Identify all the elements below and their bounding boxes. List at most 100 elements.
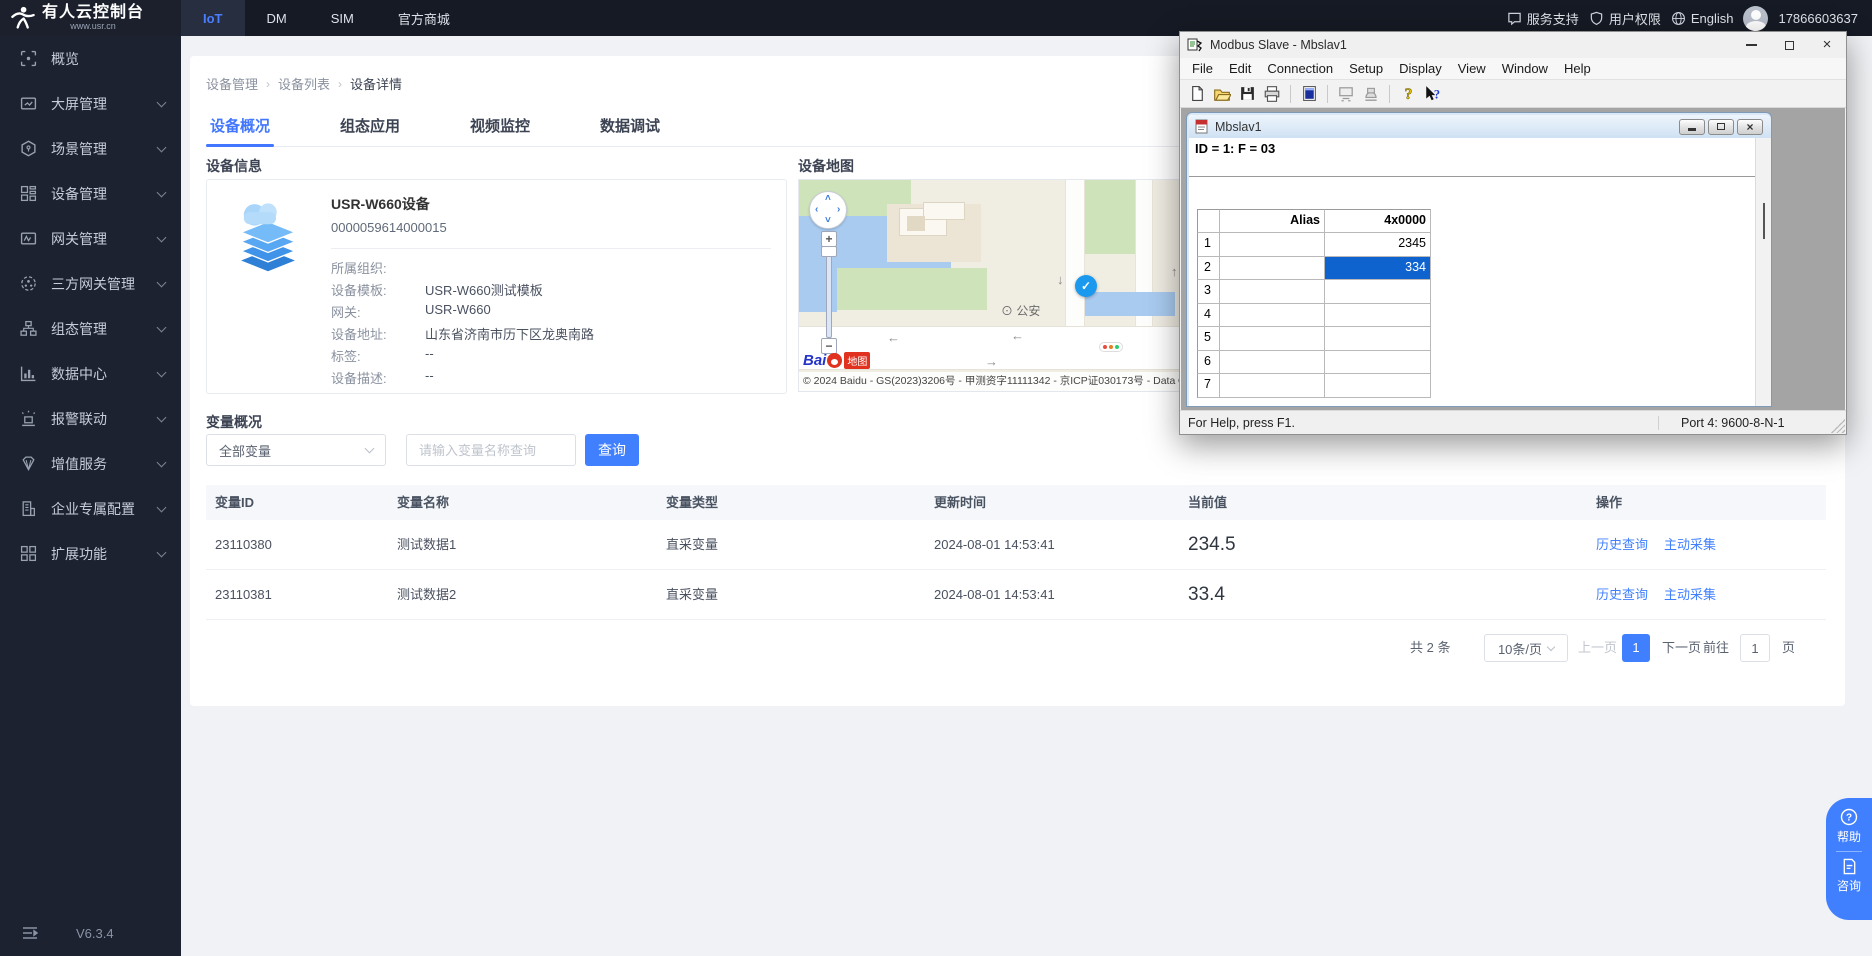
close-button[interactable]: ×	[1808, 32, 1846, 58]
page-size-select[interactable]: 10条/页	[1484, 634, 1568, 662]
variable-search-input[interactable]	[406, 434, 576, 466]
tab-configuration-app[interactable]: 组态应用	[336, 115, 404, 146]
mbslav-document-window[interactable]: Mbslav1 × ID = 1: F = 03 Alias 4x0000 12…	[1186, 112, 1772, 407]
value-cell[interactable]	[1325, 304, 1431, 328]
help-icon[interactable]: ?	[1397, 83, 1419, 105]
menu-file[interactable]: File	[1184, 61, 1221, 76]
sidebar-item-overview[interactable]: 概览	[0, 36, 181, 81]
new-file-icon[interactable]	[1186, 83, 1208, 105]
query-button[interactable]: 查询	[585, 434, 639, 466]
vertical-scrollbar[interactable]	[1755, 138, 1771, 406]
map-zoom-in-button[interactable]: +	[821, 231, 837, 247]
alias-cell[interactable]	[1220, 327, 1325, 351]
nav-tab-iot[interactable]: IoT	[181, 0, 245, 36]
grid-row[interactable]: 6	[1197, 351, 1431, 375]
display-setup-icon[interactable]	[1298, 83, 1320, 105]
sidebar-item-alarm[interactable]: 报警联动	[0, 396, 181, 441]
sidebar-item-datacenter[interactable]: 数据中心	[0, 351, 181, 396]
menu-setup[interactable]: Setup	[1341, 61, 1391, 76]
menu-display[interactable]: Display	[1391, 61, 1450, 76]
history-query-link[interactable]: 历史查询	[1596, 520, 1648, 570]
grid-row[interactable]: 2334	[1197, 257, 1431, 281]
nav-tab-sim[interactable]: SIM	[309, 0, 376, 36]
tab-video-monitor[interactable]: 视频监控	[466, 115, 534, 146]
alias-cell[interactable]	[1220, 233, 1325, 257]
menu-view[interactable]: View	[1450, 61, 1494, 76]
save-icon[interactable]	[1236, 83, 1258, 105]
scrollbar-thumb[interactable]	[1763, 203, 1765, 239]
minimize-button[interactable]	[1732, 32, 1770, 58]
maximize-button[interactable]	[1770, 32, 1808, 58]
grid-row[interactable]: 5	[1197, 327, 1431, 351]
active-collect-link[interactable]: 主动采集	[1664, 520, 1716, 570]
help-button[interactable]: 帮助	[1837, 828, 1861, 845]
avatar[interactable]	[1743, 6, 1768, 31]
alias-cell[interactable]	[1220, 280, 1325, 304]
sidebar-item-extensions[interactable]: 扩展功能	[0, 531, 181, 576]
alias-cell[interactable]	[1220, 304, 1325, 328]
history-query-link[interactable]: 历史查询	[1596, 570, 1648, 620]
poll-definition-icon[interactable]	[1335, 83, 1357, 105]
grid-row[interactable]: 7	[1197, 374, 1431, 398]
alias-cell[interactable]	[1220, 374, 1325, 398]
menu-edit[interactable]: Edit	[1221, 61, 1259, 76]
grid-row[interactable]: 4	[1197, 304, 1431, 328]
nav-tab-mall[interactable]: 官方商城	[376, 0, 472, 36]
goto-page-input[interactable]	[1740, 634, 1770, 662]
alias-cell[interactable]	[1220, 257, 1325, 281]
print-icon[interactable]	[1261, 83, 1283, 105]
sidebar-item-enterprise[interactable]: 企业专属配置	[0, 486, 181, 531]
alias-cell[interactable]	[1220, 351, 1325, 375]
nav-tab-dm[interactable]: DM	[245, 0, 309, 36]
prev-page-button[interactable]: 上一页	[1578, 633, 1617, 663]
device-map[interactable]: ← ← → ↓ ↑ ⊙ 公安 ✓ ˄˅‹› + − Bai 地图 © 2024 …	[798, 179, 1186, 392]
sidebar-item-gateway[interactable]: 网关管理	[0, 216, 181, 261]
map-pan-control[interactable]: ˄˅‹›	[809, 191, 847, 229]
consult-button[interactable]: 咨询	[1837, 877, 1861, 894]
grid-row[interactable]: 3	[1197, 280, 1431, 304]
communication-traffic-icon[interactable]	[1360, 83, 1382, 105]
page-number-1[interactable]: 1	[1622, 634, 1650, 662]
consult-doc-icon[interactable]	[1841, 858, 1858, 875]
sidebar-item-device[interactable]: 设备管理	[0, 171, 181, 216]
value-cell[interactable]: 2345	[1325, 233, 1431, 257]
value-cell[interactable]	[1325, 327, 1431, 351]
breadcrumb-device-list[interactable]: 设备列表	[278, 74, 330, 93]
breadcrumb-device-management[interactable]: 设备管理	[206, 74, 258, 93]
tab-device-overview[interactable]: 设备概况	[206, 115, 274, 146]
doc-close-button[interactable]: ×	[1737, 119, 1763, 135]
open-file-icon[interactable]	[1211, 83, 1233, 105]
modbus-slave-window[interactable]: Modbus Slave - Mbslav1 × File Edit Conne…	[1179, 31, 1847, 435]
language-switch[interactable]: English	[1671, 11, 1734, 26]
user-permission[interactable]: 用户权限	[1589, 9, 1661, 28]
sidebar-item-configuration[interactable]: 组态管理	[0, 306, 181, 351]
value-cell[interactable]	[1325, 280, 1431, 304]
menu-help[interactable]: Help	[1556, 61, 1599, 76]
value-cell-selected[interactable]: 334	[1325, 257, 1431, 281]
service-support[interactable]: 服务支持	[1507, 9, 1579, 28]
tab-data-debug[interactable]: 数据调试	[596, 115, 664, 146]
collapse-sidebar-icon[interactable]	[22, 926, 38, 940]
sidebar-item-scene[interactable]: 场景管理	[0, 126, 181, 171]
map-zoom-handle[interactable]	[821, 246, 837, 257]
account-phone[interactable]: 17866603637	[1778, 11, 1858, 26]
context-help-icon[interactable]: ?	[1422, 83, 1444, 105]
resize-grip[interactable]	[1831, 419, 1845, 433]
menu-window[interactable]: Window	[1494, 61, 1556, 76]
document-titlebar[interactable]: Mbslav1 ×	[1189, 115, 1771, 138]
variable-filter-select[interactable]: 全部变量	[206, 434, 386, 466]
grid-row[interactable]: 12345	[1197, 233, 1431, 257]
value-cell[interactable]	[1325, 374, 1431, 398]
doc-minimize-button[interactable]	[1679, 119, 1705, 135]
doc-restore-button[interactable]	[1708, 119, 1734, 135]
value-cell[interactable]	[1325, 351, 1431, 375]
sidebar-item-bigscreen[interactable]: 大屏管理	[0, 81, 181, 126]
sidebar-item-thirdparty-gateway[interactable]: 三方网关管理	[0, 261, 181, 306]
map-zoom-track[interactable]	[826, 248, 832, 338]
active-collect-link[interactable]: 主动采集	[1664, 570, 1716, 620]
register-grid[interactable]: Alias 4x0000 12345 2334 3 4 5 6 7	[1197, 209, 1431, 398]
help-question-icon[interactable]: ?	[1840, 808, 1858, 826]
menu-connection[interactable]: Connection	[1259, 61, 1341, 76]
logo[interactable]: 有人云控制台 www.usr.cn	[0, 0, 181, 36]
modbus-titlebar[interactable]: Modbus Slave - Mbslav1 ×	[1180, 32, 1846, 58]
